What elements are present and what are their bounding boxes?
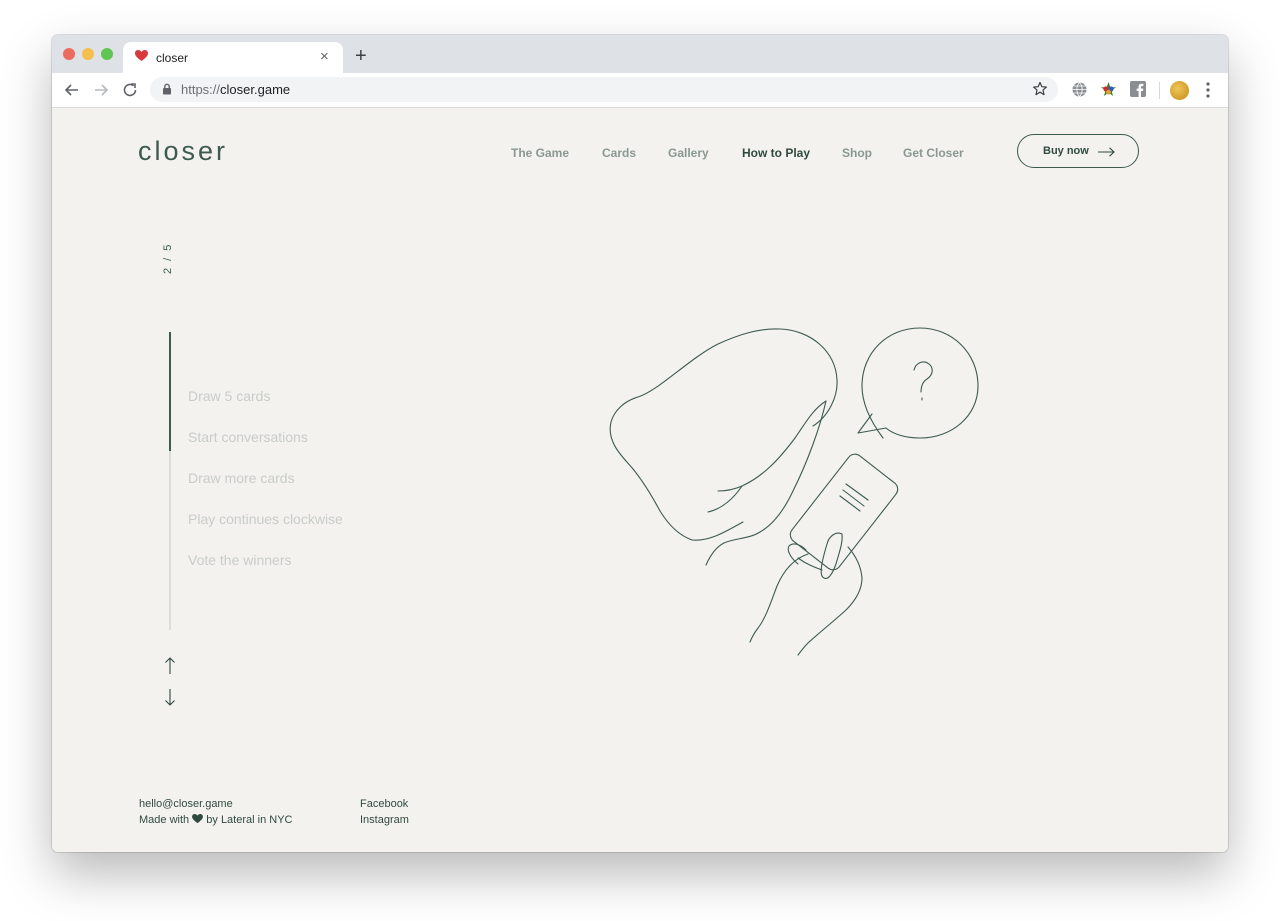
hand-holding-card-icon [705,400,899,656]
step-play-continues-clockwise[interactable]: Play continues clockwise [188,511,343,527]
nav-the-game[interactable]: The Game [511,146,569,160]
footer-made-suffix: by Lateral in NYC [206,814,293,826]
url-text[interactable]: https://closer.game [181,82,290,97]
tab-title: closer [156,51,189,65]
footer-email-link[interactable]: hello@closer.game [139,796,233,812]
browser-toolbar: https://closer.game [52,73,1228,108]
site-logo[interactable]: closer [138,136,228,167]
progress-fill [169,332,171,452]
extension-icon[interactable] [1100,81,1117,98]
forward-icon[interactable] [91,80,111,100]
new-tab-button[interactable]: + [355,46,367,66]
facebook-icon[interactable] [1130,81,1146,97]
maximize-window-button[interactable] [101,48,113,60]
globe-icon[interactable] [1071,81,1088,98]
browser-tab[interactable]: closer × [123,42,343,73]
arrow-right-icon [1098,147,1115,157]
step-counter: 2 / 5 [162,242,174,274]
browser-window: closer × + https://closer.game closer Th… [52,35,1228,852]
arrow-up-icon[interactable] [163,657,177,675]
step-draw-more-cards[interactable]: Draw more cards [188,470,295,486]
nav-get-closer[interactable]: Get Closer [903,146,964,160]
step-draw-5-cards[interactable]: Draw 5 cards [188,388,270,404]
url-host: closer.game [220,82,291,97]
reload-icon[interactable] [120,80,140,100]
arrow-down-icon[interactable] [163,688,177,706]
step-start-conversations[interactable]: Start conversations [188,429,308,445]
nav-shop[interactable]: Shop [842,146,872,160]
tab-bar: closer × + [52,35,1228,73]
web-page: closer The Game Cards Gallery How to Pla… [52,108,1228,852]
nav-cards[interactable]: Cards [602,146,636,160]
head-silhouette-icon [609,328,838,541]
footer-credit: Made with by Lateral in NYC [139,812,292,828]
back-icon[interactable] [62,80,82,100]
minimize-window-button[interactable] [82,48,94,60]
star-icon[interactable] [1032,81,1048,97]
footer-facebook-link[interactable]: Facebook [360,796,408,812]
avatar[interactable] [1170,81,1189,100]
heart-icon [192,814,204,824]
buy-now-button[interactable]: Buy now [1017,134,1139,168]
heart-favicon-icon [135,50,148,61]
footer-instagram-link[interactable]: Instagram [360,812,409,828]
speech-bubble-icon [857,327,979,439]
close-window-button[interactable] [63,48,75,60]
menu-icon[interactable] [1205,81,1211,99]
buy-now-label: Buy now [1043,145,1089,157]
step-vote-the-winners[interactable]: Vote the winners [188,552,292,568]
footer-made-prefix: Made with [139,814,190,826]
conversation-illustration [609,327,979,656]
tab-close-icon[interactable]: × [320,48,329,66]
address-bar[interactable]: https://closer.game [150,77,1058,102]
nav-how-to-play[interactable]: How to Play [742,146,810,160]
nav-gallery[interactable]: Gallery [668,146,709,160]
url-scheme: https:// [181,82,221,97]
toolbar-divider [1159,82,1160,99]
lock-icon [163,83,171,95]
